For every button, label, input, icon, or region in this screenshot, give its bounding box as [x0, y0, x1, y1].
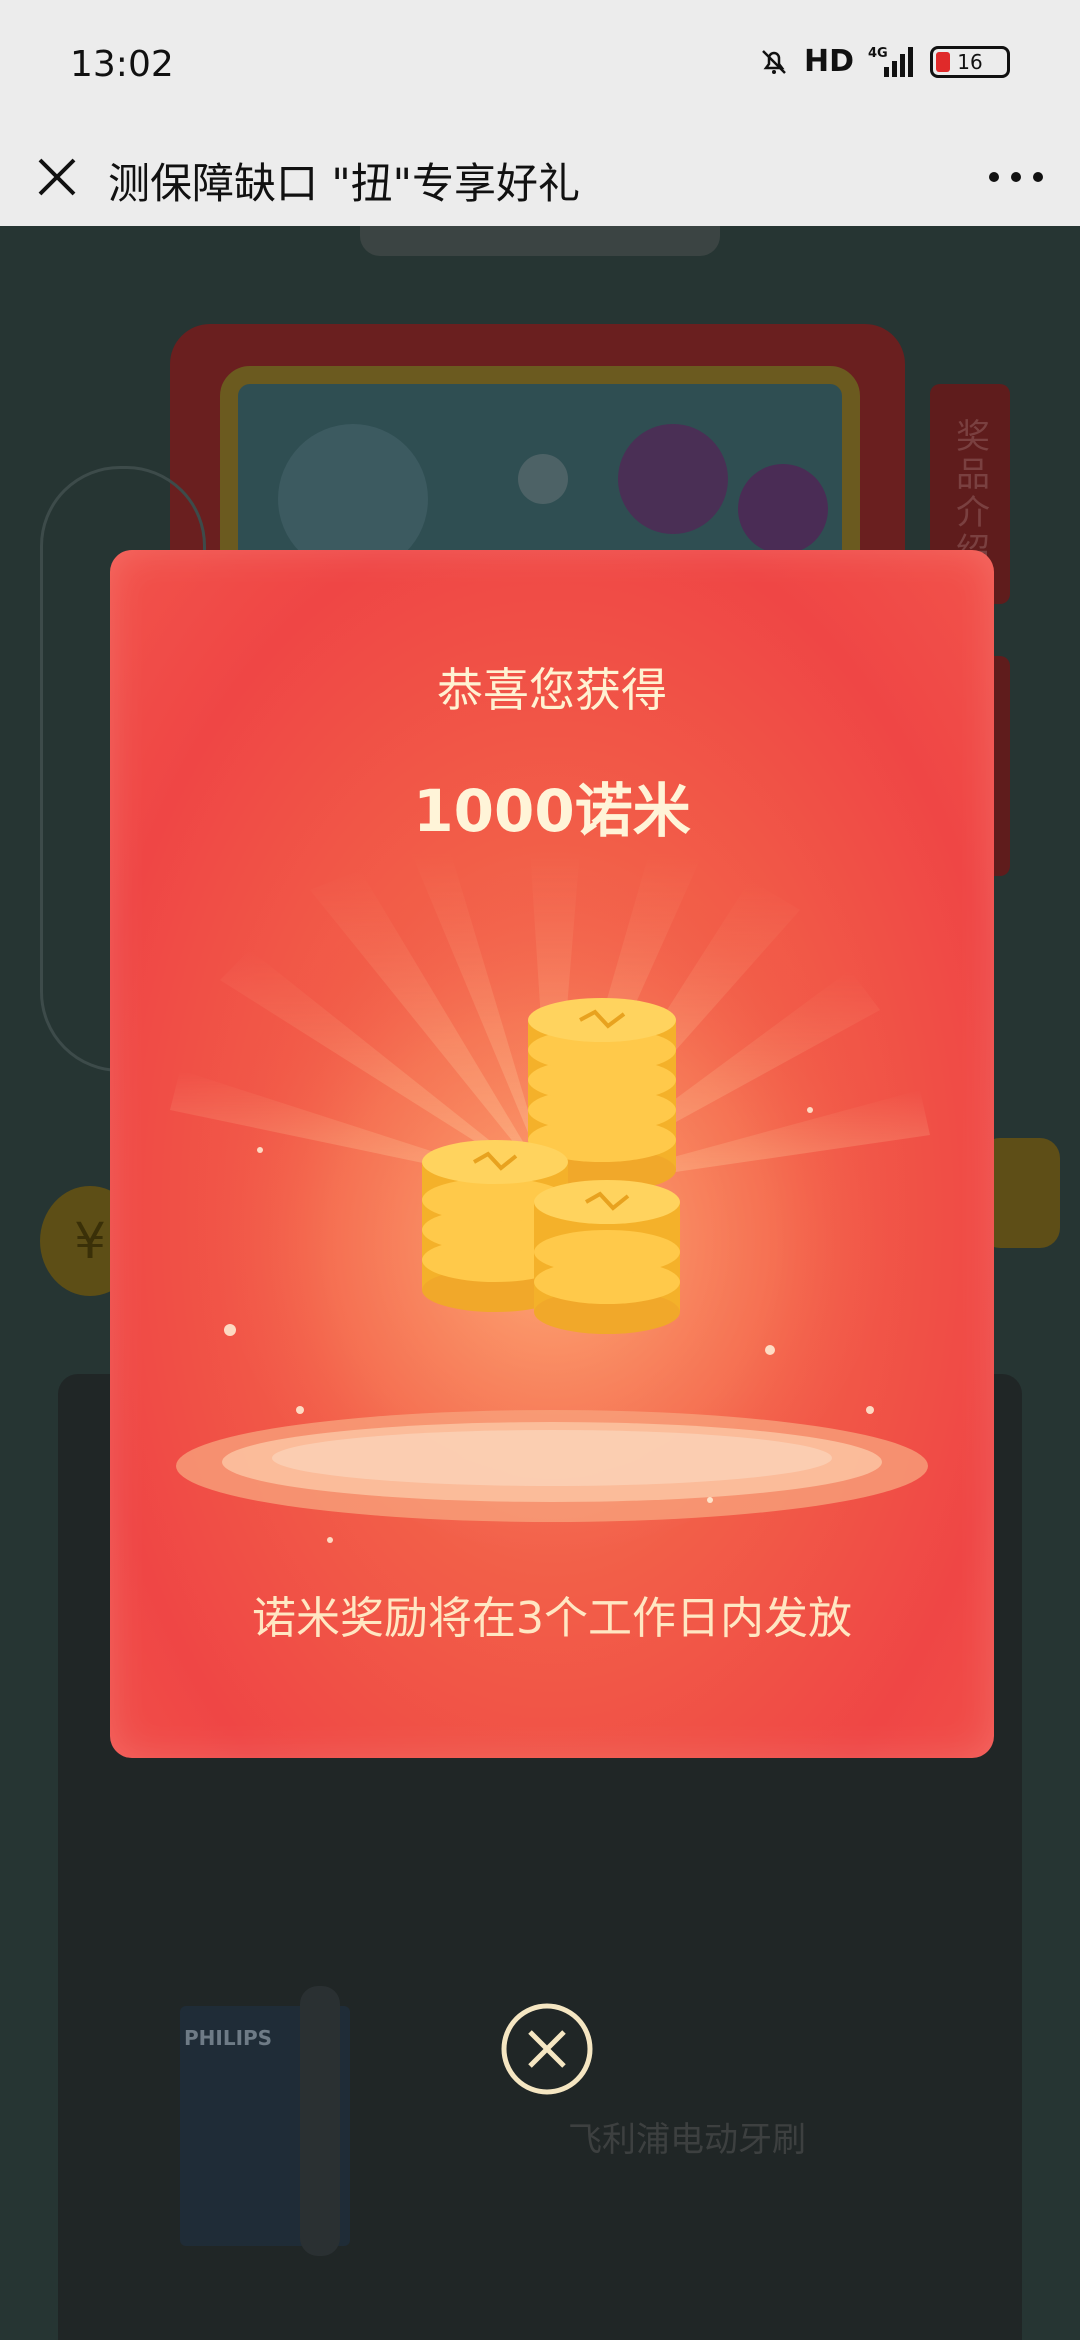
product-brand: PHILIPS: [184, 2026, 273, 2050]
machine-top: [360, 226, 720, 256]
page-title: 测保障缺口 "扭"专享好礼: [108, 159, 580, 208]
more-icon[interactable]: [986, 162, 1046, 192]
reward-notice: 诺米奖励将在3个工作日内发放: [252, 1593, 852, 1644]
close-icon[interactable]: [34, 154, 80, 200]
title-bar: 测保障缺口 "扭"专享好礼: [0, 128, 1080, 226]
battery-level: 16: [957, 49, 983, 74]
status-time: 13:02: [70, 44, 174, 85]
toothbrush-image: [300, 1986, 340, 2256]
reward-amount: 1000诺米: [413, 777, 691, 845]
signal-icon: 4G: [868, 46, 913, 77]
coin-stack-front: [534, 1180, 680, 1334]
mute-bell-icon: [762, 49, 786, 74]
status-bar: 13:02 HD 4G 16: [0, 0, 1080, 128]
modal-close-button[interactable]: [500, 2002, 594, 2096]
battery-icon: 16: [930, 45, 1010, 78]
coins-illustration: [170, 850, 930, 1550]
reward-modal: 恭喜您获得 1000诺米 诺米奖励将在3个工作日内发放: [110, 550, 994, 1758]
hd-label: HD: [803, 44, 854, 79]
product-name: 飞利浦电动牙刷: [568, 2120, 806, 2160]
status-icons: HD 4G 16: [758, 44, 1010, 79]
signal-4g-label: 4G: [868, 46, 888, 61]
reward-headline: 恭喜您获得: [437, 663, 667, 717]
